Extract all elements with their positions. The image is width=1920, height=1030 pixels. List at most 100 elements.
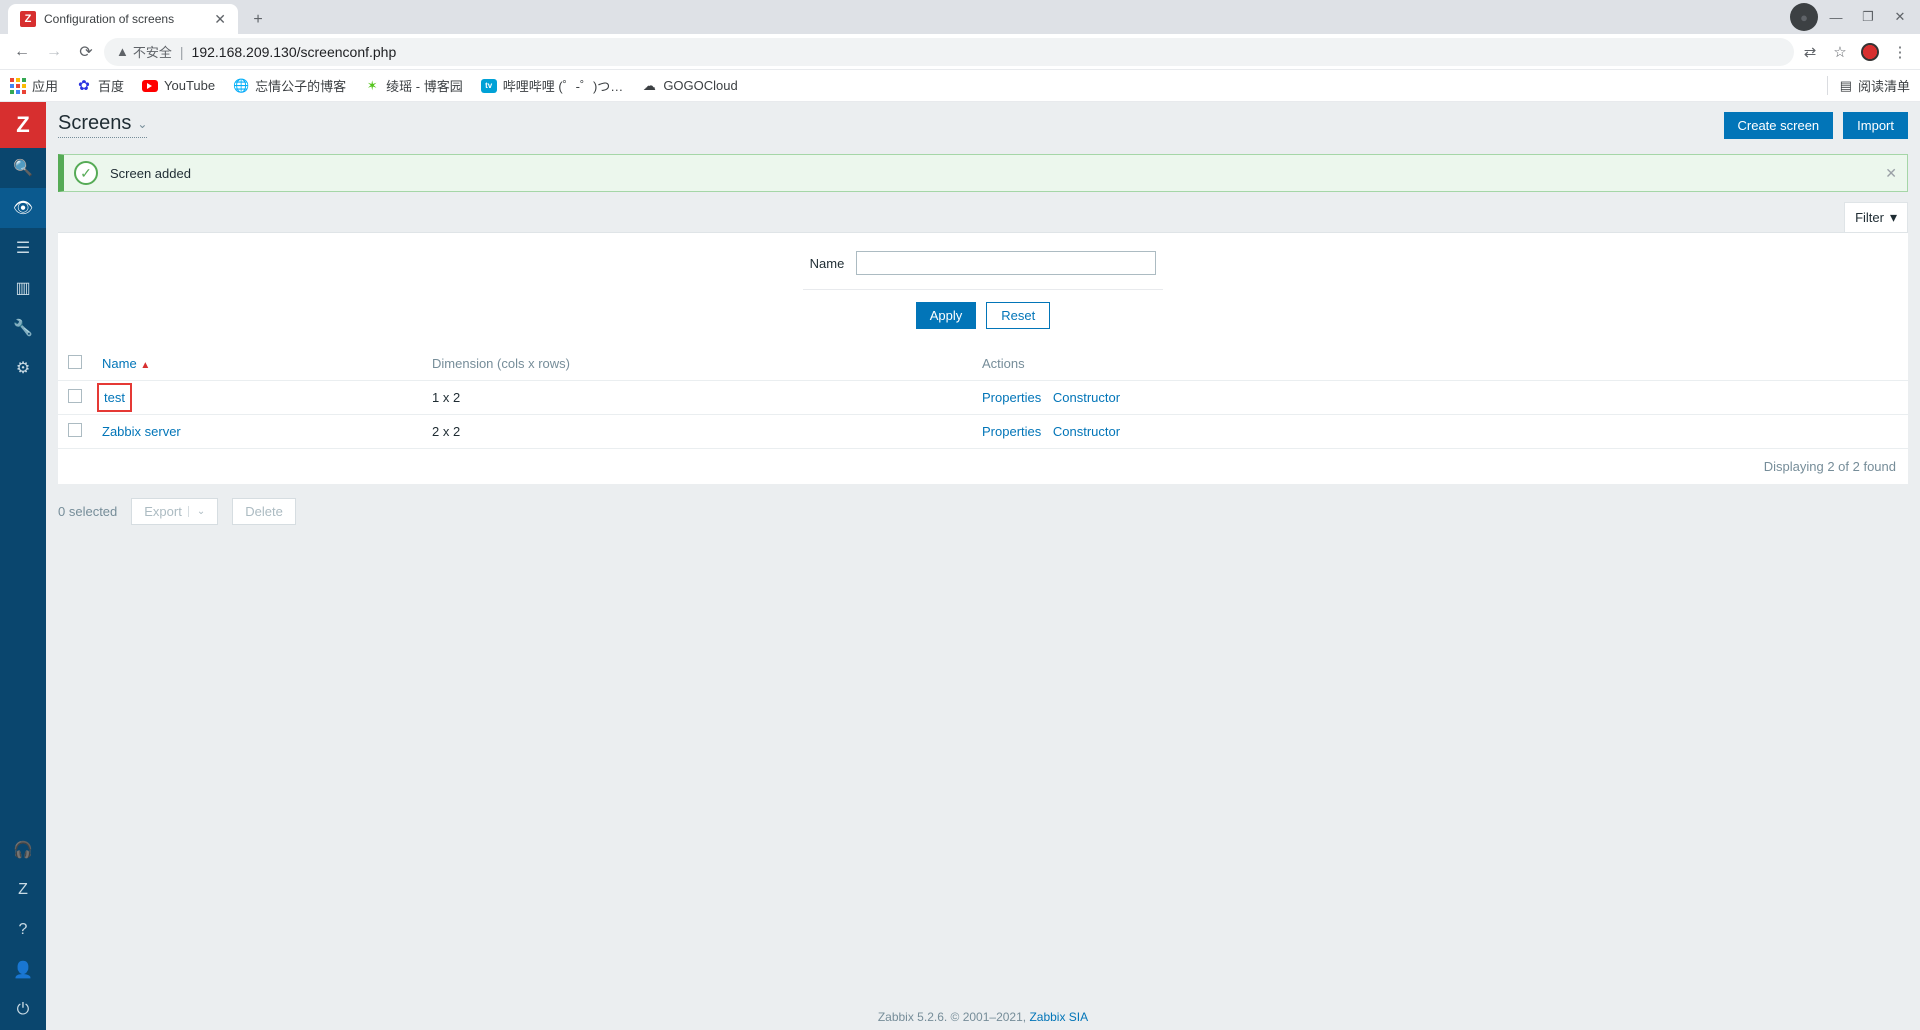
sidebar-signout[interactable]: ⏻ bbox=[0, 990, 46, 1030]
apply-button[interactable]: Apply bbox=[916, 302, 977, 329]
address-input[interactable]: ▲ 不安全 | 192.168.209.130/screenconf.php bbox=[104, 38, 1794, 66]
alert-text: Screen added bbox=[110, 166, 191, 181]
search-icon: 🔍 bbox=[13, 158, 33, 178]
bulk-actions: 0 selected Export ⌄ Delete bbox=[46, 484, 1920, 539]
selected-count: 0 selected bbox=[58, 504, 117, 519]
gear-icon: ⚙ bbox=[16, 358, 30, 378]
incognito-icon: ● bbox=[1790, 3, 1818, 31]
sort-asc-icon: ▲ bbox=[140, 360, 150, 371]
constructor-link[interactable]: Constructor bbox=[1053, 390, 1120, 405]
bookmark-bilibili[interactable]: tv哔哩哔哩 (゜-゜)つ… bbox=[481, 76, 624, 95]
tab-close-icon[interactable]: ✕ bbox=[214, 11, 226, 28]
maximize-button[interactable]: ❐ bbox=[1854, 3, 1882, 31]
create-screen-button[interactable]: Create screen bbox=[1724, 112, 1834, 139]
bookmark-blog2[interactable]: ✶绫瑶 - 博客园 bbox=[364, 76, 463, 95]
alert-close-icon[interactable]: ✕ bbox=[1885, 165, 1897, 182]
sidebar-monitoring[interactable]: 👁 bbox=[0, 188, 46, 228]
eye-icon: 👁 bbox=[13, 198, 33, 218]
user-icon: 👤 bbox=[13, 960, 33, 980]
properties-link[interactable]: Properties bbox=[982, 424, 1041, 439]
sidebar-config[interactable]: 🔧 bbox=[0, 308, 46, 348]
sidebar-user[interactable]: 👤 bbox=[0, 950, 46, 990]
filter-name-input[interactable] bbox=[856, 251, 1156, 275]
chevron-down-icon: ⌄ bbox=[137, 117, 147, 131]
row-checkbox[interactable] bbox=[68, 389, 82, 403]
new-tab-button[interactable]: + bbox=[244, 6, 272, 34]
zabbix-sia-link[interactable]: Zabbix SIA bbox=[1029, 1010, 1088, 1024]
headset-icon: 🎧 bbox=[13, 840, 33, 860]
bookmark-youtube[interactable]: YouTube bbox=[142, 78, 215, 93]
url-text: 192.168.209.130/screenconf.php bbox=[192, 44, 397, 60]
close-window-button[interactable]: ✕ bbox=[1886, 3, 1914, 31]
sidebar: Z 🔍 👁 ☰ ▥ 🔧 ⚙ 🎧 Z ? 👤 ⏻ bbox=[0, 102, 46, 1030]
export-button[interactable]: Export ⌄ bbox=[131, 498, 218, 525]
menu-icon[interactable]: ⋮ bbox=[1888, 40, 1912, 64]
back-button[interactable]: ← bbox=[8, 38, 36, 66]
extension-ladybug-icon[interactable] bbox=[1858, 40, 1882, 64]
sidebar-search[interactable]: 🔍 bbox=[0, 148, 46, 188]
bookmark-baidu[interactable]: ✿百度 bbox=[76, 76, 124, 95]
apps-icon bbox=[10, 78, 26, 94]
browser-tab[interactable]: Z Configuration of screens ✕ bbox=[8, 4, 238, 34]
filter-divider bbox=[803, 289, 1163, 290]
table-row: Zabbix server 2 x 2 Properties Construct… bbox=[58, 415, 1908, 449]
delete-button[interactable]: Delete bbox=[232, 498, 296, 525]
app-root: Z 🔍 👁 ☰ ▥ 🔧 ⚙ 🎧 Z ? 👤 ⏻ Screens ⌄ Create… bbox=[0, 102, 1920, 1030]
bookmark-gogocloud[interactable]: ☁GOGOCloud bbox=[641, 78, 737, 94]
bookmark-star-icon[interactable]: ☆ bbox=[1828, 40, 1852, 64]
sidebar-help[interactable]: ? bbox=[0, 910, 46, 950]
page-footer: Zabbix 5.2.6. © 2001–2021, Zabbix SIA bbox=[46, 1010, 1920, 1024]
reload-button[interactable]: ⟳ bbox=[72, 38, 100, 66]
select-all-checkbox[interactable] bbox=[68, 355, 82, 369]
zabbix-logo-icon[interactable]: Z bbox=[0, 102, 46, 148]
bookmark-blog1[interactable]: 🌐忘情公子的博客 bbox=[233, 76, 346, 95]
import-button[interactable]: Import bbox=[1843, 112, 1908, 139]
reading-list-icon: ▤ bbox=[1840, 78, 1852, 94]
sidebar-admin[interactable]: ⚙ bbox=[0, 348, 46, 388]
chevron-down-icon: ⌄ bbox=[188, 506, 205, 517]
table-footer: Displaying 2 of 2 found bbox=[58, 449, 1908, 484]
translate-icon[interactable]: ⇄ bbox=[1798, 40, 1822, 64]
insecure-icon[interactable]: ▲ 不安全 bbox=[116, 42, 172, 61]
apps-button[interactable]: 应用 bbox=[10, 76, 58, 95]
browser-titlebar: Z Configuration of screens ✕ + ● — ❐ ✕ bbox=[0, 0, 1920, 34]
globe-icon: ✶ bbox=[364, 78, 380, 94]
properties-link[interactable]: Properties bbox=[982, 390, 1041, 405]
forward-button[interactable]: → bbox=[40, 38, 68, 66]
filter-panel: Name Apply Reset bbox=[58, 232, 1908, 347]
screen-link[interactable]: Zabbix server bbox=[102, 424, 181, 439]
addr-sep: | bbox=[180, 44, 184, 60]
col-name[interactable]: Name ▲ bbox=[92, 347, 422, 381]
tab-title: Configuration of screens bbox=[44, 12, 174, 26]
youtube-icon bbox=[142, 80, 158, 92]
sidebar-share[interactable]: Z bbox=[0, 870, 46, 910]
page-header: Screens ⌄ Create screen Import bbox=[46, 102, 1920, 148]
reset-button[interactable]: Reset bbox=[986, 302, 1050, 329]
check-circle-icon: ✓ bbox=[74, 161, 98, 185]
row-checkbox[interactable] bbox=[68, 423, 82, 437]
bilibili-icon: tv bbox=[481, 79, 497, 93]
constructor-link[interactable]: Constructor bbox=[1053, 424, 1120, 439]
list-icon: ☰ bbox=[16, 238, 30, 258]
address-bar: ← → ⟳ ▲ 不安全 | 192.168.209.130/screenconf… bbox=[0, 34, 1920, 70]
sidebar-support[interactable]: 🎧 bbox=[0, 830, 46, 870]
page-title[interactable]: Screens ⌄ bbox=[58, 112, 147, 138]
window-controls: ● — ❐ ✕ bbox=[1790, 0, 1920, 34]
funnel-icon: ▾ bbox=[1890, 209, 1897, 226]
sidebar-reports[interactable]: ▥ bbox=[0, 268, 46, 308]
wrench-icon: 🔧 bbox=[13, 318, 33, 338]
baidu-icon: ✿ bbox=[76, 78, 92, 94]
power-icon: ⏻ bbox=[17, 1001, 30, 1019]
col-dimension[interactable]: Dimension (cols x rows) bbox=[422, 347, 972, 381]
table-row: test 1 x 2 Properties Constructor bbox=[58, 381, 1908, 415]
filter-toggle[interactable]: Filter ▾ bbox=[1844, 202, 1908, 232]
screen-link[interactable]: test bbox=[102, 388, 127, 407]
tab-favicon-icon: Z bbox=[20, 11, 36, 27]
screens-table: Name ▲ Dimension (cols x rows) Actions t… bbox=[58, 347, 1908, 449]
minimize-button[interactable]: — bbox=[1822, 3, 1850, 31]
dimension-cell: 2 x 2 bbox=[422, 415, 972, 449]
share-icon: Z bbox=[18, 881, 28, 899]
sidebar-inventory[interactable]: ☰ bbox=[0, 228, 46, 268]
help-icon: ? bbox=[19, 921, 28, 939]
reading-list-button[interactable]: 阅读清单 bbox=[1858, 76, 1910, 95]
